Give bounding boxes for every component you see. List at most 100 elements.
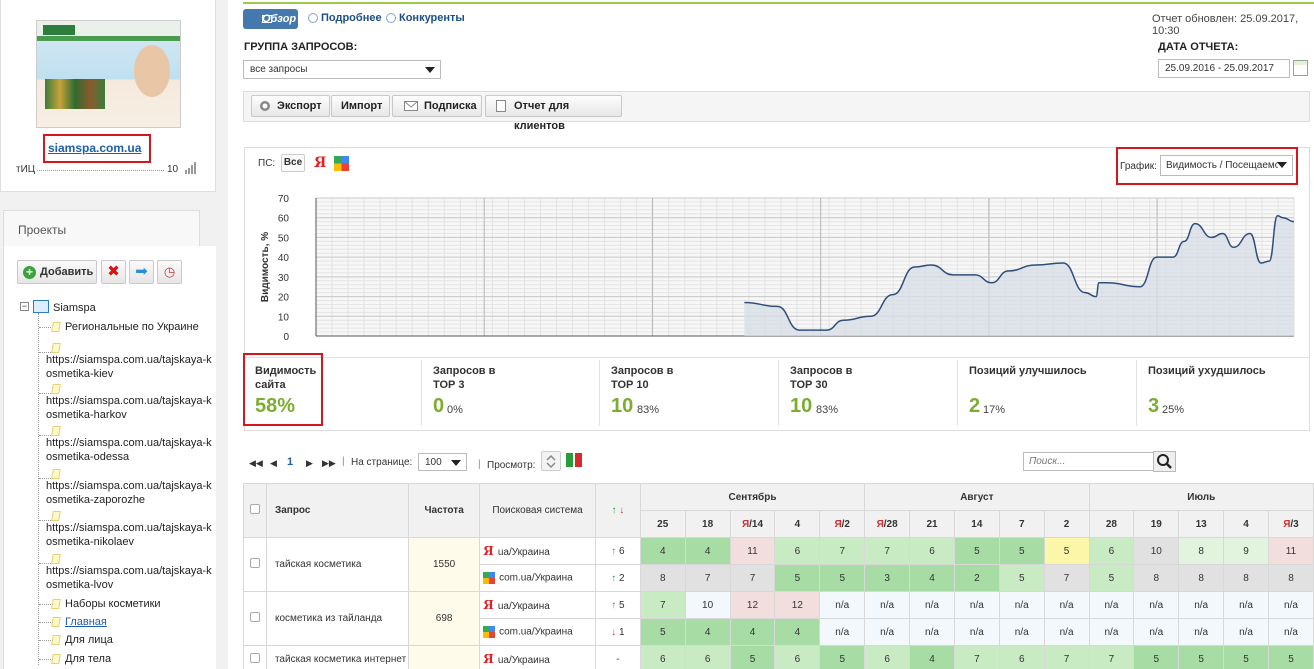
query-text[interactable]: косметика из тайланда [265,591,410,646]
date-header[interactable]: 13 [1178,510,1225,538]
date-header[interactable]: Я/3 [1267,510,1314,538]
position-cell[interactable]: 4 [774,618,821,646]
tree-item[interactable]: https://siamspa.com.ua/tajskaya-kosmetik… [46,353,214,381]
current-page[interactable]: 1 [287,456,293,468]
position-cell[interactable]: n/a [1223,591,1269,619]
position-cell[interactable]: 4 [909,645,955,669]
position-cell[interactable]: 8 [639,564,686,592]
column-trend[interactable]: ↑ ↓ [594,483,641,538]
position-cell[interactable]: n/a [864,591,911,619]
position-cell[interactable]: 8 [1267,564,1314,592]
prev-page-icon[interactable]: ◀ [270,458,277,469]
report-date-input[interactable]: 25.09.2016 - 25.09.2017 [1158,59,1290,78]
query-text[interactable]: тайская косметика [265,537,410,592]
tree-item[interactable]: https://siamspa.com.ua/tajskaya-kosmetik… [46,521,214,549]
site-thumbnail[interactable] [36,20,181,128]
search-input[interactable] [1024,453,1144,470]
position-cell[interactable]: 5 [1267,645,1314,669]
position-cell[interactable]: 5 [1088,564,1135,592]
position-cell[interactable]: n/a [953,618,1000,646]
position-cell[interactable]: 4 [729,618,776,646]
engine-all-button[interactable]: Все [281,154,305,172]
position-cell[interactable]: 6 [774,645,821,669]
position-cell[interactable]: n/a [1043,591,1090,619]
position-cell[interactable]: n/a [1178,591,1225,619]
query-text[interactable]: тайская косметика интернет [265,645,410,669]
subscribe-button[interactable]: Подписка [392,95,482,117]
position-cell[interactable]: 7 [1088,645,1135,669]
position-cell[interactable]: 5 [1223,645,1269,669]
search-field[interactable] [1023,452,1154,471]
position-cell[interactable]: 4 [684,537,731,565]
search-button[interactable] [1153,451,1176,472]
position-cell[interactable]: 10 [1133,537,1180,565]
position-cell[interactable]: 5 [1178,645,1225,669]
position-cell[interactable]: n/a [1267,591,1314,619]
row-checkbox[interactable] [249,652,260,663]
position-cell[interactable]: 3 [864,564,911,592]
tab-detail[interactable]: Подробнее [321,12,382,24]
yandex-icon[interactable]: Я [314,155,326,171]
position-cell[interactable]: n/a [909,618,955,646]
tree-item[interactable]: Для лица [65,633,113,647]
row-select-cell[interactable] [243,537,267,592]
position-cell[interactable]: 7 [819,537,866,565]
position-cell[interactable]: 11 [729,537,776,565]
position-cell[interactable]: 7 [953,645,1000,669]
position-cell[interactable]: n/a [864,618,911,646]
column-engine[interactable]: Поисковая система [479,483,596,538]
position-cell[interactable]: 5 [819,645,866,669]
tree-item[interactable]: Главная [65,615,107,629]
date-header[interactable]: 14 [953,510,1000,538]
position-cell[interactable]: 10 [684,591,731,619]
position-cell[interactable]: 7 [639,591,686,619]
date-header[interactable]: Я/2 [819,510,866,538]
position-cell[interactable]: n/a [953,591,1000,619]
row-select-cell[interactable] [243,591,267,646]
date-header[interactable]: 7 [998,510,1045,538]
position-cell[interactable]: 8 [1133,564,1180,592]
position-cell[interactable]: 9 [1223,537,1269,565]
position-cell[interactable]: 8 [1223,564,1269,592]
position-cell[interactable]: 7 [1043,645,1090,669]
date-header[interactable]: 18 [684,510,731,538]
client-report-button[interactable]: Отчет для клиентов [485,95,622,132]
delete-project-button[interactable]: ✖ [101,260,126,284]
date-header[interactable]: 2 [1043,510,1090,538]
tree-item[interactable]: Для тела [65,652,111,666]
metric-value[interactable]: 0 [433,395,444,418]
row-checkbox[interactable] [249,612,260,622]
position-cell[interactable]: n/a [819,591,866,619]
position-cell[interactable]: n/a [1267,618,1314,646]
position-cell[interactable]: 5 [774,564,821,592]
position-cell[interactable]: n/a [1088,618,1135,646]
position-cell[interactable]: 5 [1043,537,1090,565]
tree-item[interactable]: Региональные по Украине [65,320,199,334]
metric-value[interactable]: 2 [969,395,980,418]
position-cell[interactable]: 6 [684,645,731,669]
position-cell[interactable]: 12 [729,591,776,619]
row-select-cell[interactable] [243,645,267,669]
position-cell[interactable]: 4 [639,537,686,565]
position-cell[interactable]: 6 [1088,537,1135,565]
position-cell[interactable]: 11 [1267,537,1314,565]
import-button[interactable]: Импорт [331,95,390,117]
position-cell[interactable]: n/a [819,618,866,646]
position-cell[interactable]: 5 [998,537,1045,565]
history-button[interactable]: ◷ [157,260,182,284]
position-cell[interactable]: 5 [639,618,686,646]
metric-value[interactable]: 10 [611,395,633,418]
position-cell[interactable]: n/a [1133,618,1180,646]
date-header[interactable]: 21 [909,510,955,538]
move-project-button[interactable]: ➡ [129,260,154,284]
position-cell[interactable]: n/a [998,618,1045,646]
tree-item[interactable]: Наборы косметики [65,597,161,611]
date-header[interactable]: 25 [639,510,686,538]
position-cell[interactable]: 6 [909,537,955,565]
query-group-select[interactable]: все запросы [243,60,441,79]
site-domain-link[interactable]: siamspa.com.ua [48,141,141,155]
calendar-icon[interactable] [1293,60,1308,76]
tab-competitors[interactable]: Конкуренты [399,12,465,24]
google-icon[interactable] [334,156,349,171]
position-cell[interactable]: 4 [909,564,955,592]
